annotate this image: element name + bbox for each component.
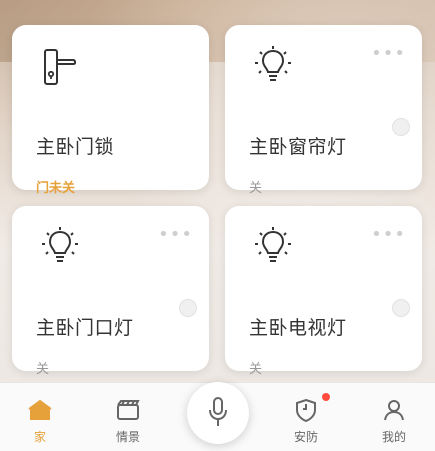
- power-toggle[interactable]: [179, 299, 197, 317]
- tab-label: 情景: [115, 430, 140, 444]
- power-toggle[interactable]: [392, 299, 410, 317]
- device-card-master-curtain-light[interactable]: ••• 主卧窗帘灯 关: [225, 25, 422, 196]
- device-card-master-door-lock[interactable]: 主卧门锁 门未关: [12, 25, 209, 196]
- tab-label: 我的: [381, 430, 406, 444]
- notification-badge: [322, 393, 330, 401]
- device-card-master-tv-light[interactable]: ••• 主卧电视灯 关: [225, 206, 422, 377]
- device-status: 关: [36, 362, 50, 377]
- device-title: 主卧门锁: [36, 136, 115, 158]
- profile-icon: [380, 396, 408, 424]
- home-icon: [26, 396, 54, 424]
- light-bulb-icon: [38, 226, 78, 266]
- tab-label: 安防: [293, 430, 318, 444]
- security-shield-icon: [292, 396, 320, 424]
- tab-mine[interactable]: 我的: [354, 396, 434, 445]
- tab-scenes[interactable]: 情景: [88, 396, 168, 445]
- light-bulb-icon: [251, 226, 291, 266]
- device-title: 主卧电视灯: [249, 317, 347, 339]
- device-title: 主卧门口灯: [36, 317, 134, 339]
- device-title: 主卧窗帘灯: [249, 136, 347, 158]
- more-options-icon[interactable]: •••: [371, 224, 406, 245]
- more-options-icon[interactable]: •••: [158, 224, 193, 245]
- device-status: 关: [249, 181, 263, 196]
- voice-input-button[interactable]: [187, 382, 249, 444]
- scene-icon: [114, 396, 142, 424]
- device-card-master-doorway-light[interactable]: ••• 主卧门口灯 关: [12, 206, 209, 377]
- microphone-icon: [209, 397, 227, 426]
- light-bulb-icon: [251, 45, 291, 85]
- more-options-icon[interactable]: •••: [371, 43, 406, 64]
- device-status: 门未关: [36, 181, 76, 196]
- tab-security[interactable]: 安防: [266, 396, 346, 445]
- tab-home[interactable]: 家: [0, 396, 80, 445]
- door-lock-icon: [38, 48, 78, 88]
- tab-label: 家: [33, 430, 46, 444]
- power-toggle[interactable]: [392, 118, 410, 136]
- device-status: 关: [249, 362, 263, 377]
